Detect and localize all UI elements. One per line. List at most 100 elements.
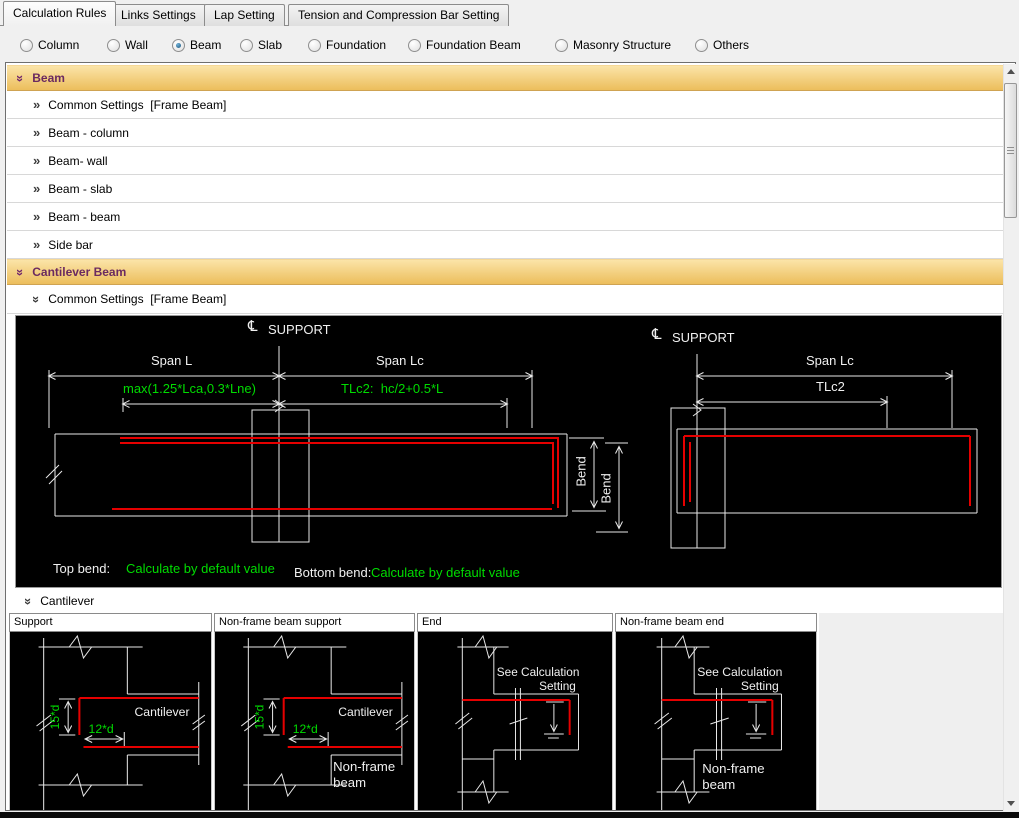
row-beam-column[interactable]: » Beam - column <box>7 119 1003 147</box>
radio-label: Others <box>713 38 749 52</box>
top-bend-value: Calculate by default value <box>126 562 275 577</box>
table-column-non-frame-beam-end: Non-frame beam end <box>615 613 817 810</box>
row-label: Cantilever <box>40 594 94 608</box>
row-label: Common Settings [Frame Beam] <box>48 98 226 112</box>
chevron-down-icon: » <box>14 268 27 275</box>
chevron-down-icon: » <box>14 74 27 81</box>
chevron-right-icon: » <box>33 238 40 251</box>
row-label: Common Settings [Frame Beam] <box>48 292 226 306</box>
radio-masonry-structure[interactable]: Masonry Structure <box>555 38 671 52</box>
main-panel: » Beam » Common Settings [Frame Beam] » Be… <box>5 62 1016 811</box>
row-label: Beam- wall <box>48 154 107 168</box>
centerline-symbol: ℄ <box>652 326 662 343</box>
chevron-right-icon: » <box>33 98 40 111</box>
tab-lap-setting[interactable]: Lap Setting <box>204 4 285 26</box>
radio-label: Beam <box>190 38 221 52</box>
bottom-bend-value: Calculate by default value <box>371 566 520 581</box>
formula-max-label: max(1.25*Lca,0.3*Lne) <box>123 382 256 397</box>
formula-tlc2-label: TLc2: hc/2+0.5*L <box>341 382 443 397</box>
dim-15d-label: 15*d <box>252 705 266 730</box>
section-header-beam[interactable]: » Beam <box>7 65 1003 91</box>
radio-circle <box>695 39 708 52</box>
table-column-end: End <box>417 613 613 810</box>
radio-foundation-beam[interactable]: Foundation Beam <box>408 38 521 52</box>
row-beam-beam[interactable]: » Beam - beam <box>7 203 1003 231</box>
end-diagram-cell: See Calculation Setting <box>417 632 613 810</box>
radio-wall[interactable]: Wall <box>107 38 148 52</box>
cell-linework: See Calculation Setting <box>418 632 612 810</box>
radio-circle <box>107 39 120 52</box>
scroll-up-button[interactable] <box>1004 64 1017 79</box>
non-frame-beam-label-2: beam <box>333 775 366 790</box>
row-cantilever-common-settings[interactable]: » Common Settings [Frame Beam] <box>7 285 1003 314</box>
cell-linework: See Calculation Setting Non-frame beam <box>616 632 816 810</box>
support-label: SUPPORT <box>672 331 735 346</box>
support-label: SUPPORT <box>268 323 331 338</box>
cantilever-label: Cantilever <box>134 705 189 719</box>
dim-15d-label: 15*d <box>48 705 62 730</box>
row-beam-wall[interactable]: » Beam- wall <box>7 147 1003 175</box>
cell-linework: 15*d 12*d Cantilever <box>10 632 211 810</box>
dim-12d-label: 12*d <box>89 722 114 736</box>
arrow-down-icon <box>1007 801 1015 806</box>
scrollbar-thumb[interactable] <box>1004 83 1017 218</box>
rules-content: » Beam » Common Settings [Frame Beam] » Be… <box>7 64 1003 810</box>
row-cantilever[interactable]: » Cantilever <box>7 591 1003 611</box>
row-label: Side bar <box>48 238 93 252</box>
section-title: Cantilever Beam <box>32 265 126 279</box>
chevron-right-icon: » <box>33 126 40 139</box>
cantilever-label: Cantilever <box>338 705 393 719</box>
radio-others[interactable]: Others <box>695 38 749 52</box>
radio-circle-selected <box>172 39 185 52</box>
radio-circle <box>308 39 321 52</box>
radio-slab[interactable]: Slab <box>240 38 282 52</box>
chevron-right-icon: » <box>33 210 40 223</box>
arrow-up-icon <box>1007 69 1015 74</box>
scroll-down-button[interactable] <box>1004 796 1017 811</box>
radio-label: Column <box>38 38 79 52</box>
radio-foundation[interactable]: Foundation <box>308 38 386 52</box>
column-header: Support <box>9 613 212 632</box>
radio-label: Wall <box>125 38 148 52</box>
tab-links-settings[interactable]: Links Settings <box>111 4 206 26</box>
radio-beam[interactable]: Beam <box>172 38 221 52</box>
bottom-bend-label: Bottom bend: <box>294 566 371 581</box>
column-header: Non-frame beam end <box>615 613 817 632</box>
see-calculation-label: See Calculation <box>697 665 782 679</box>
row-side-bar[interactable]: » Side bar <box>7 231 1003 259</box>
vertical-scrollbar[interactable] <box>1003 64 1016 811</box>
non-frame-beam-label-2: beam <box>702 777 735 792</box>
radio-circle <box>20 39 33 52</box>
section-header-cantilever-beam[interactable]: » Cantilever Beam <box>7 259 1003 285</box>
cantilever-common-settings-diagram: ℄ SUPPORT Span L Span Lc max(1.25*Lca,0.… <box>15 315 1002 588</box>
radio-circle <box>408 39 421 52</box>
radio-circle <box>240 39 253 52</box>
row-label: Beam - beam <box>48 210 120 224</box>
radio-label: Foundation <box>326 38 386 52</box>
chevron-right-icon: » <box>33 154 40 167</box>
table-column-support: Support <box>9 613 212 810</box>
radio-label: Foundation Beam <box>426 38 521 52</box>
chevron-right-icon: » <box>33 182 40 195</box>
thumb-grip-icon <box>1007 147 1014 154</box>
section-title: Beam <box>32 71 65 85</box>
tab-tension-compression-bar-setting[interactable]: Tension and Compression Bar Setting <box>288 4 509 26</box>
non-frame-beam-end-diagram-cell: See Calculation Setting Non-frame beam <box>615 632 817 810</box>
non-frame-beam-label: Non-frame <box>333 759 395 774</box>
tab-bar: Calculation Rules Links Settings Lap Set… <box>0 0 1019 26</box>
tab-calculation-rules[interactable]: Calculation Rules <box>3 1 116 26</box>
row-beam-slab[interactable]: » Beam - slab <box>7 175 1003 203</box>
row-label: Beam - column <box>48 126 129 140</box>
setting-label: Setting <box>741 679 779 693</box>
member-type-radio-group: Column Wall Beam Slab Foundation Foundat… <box>0 33 1019 59</box>
chevron-down-icon: » <box>22 597 35 604</box>
radio-column[interactable]: Column <box>20 38 79 52</box>
non-frame-beam-label: Non-frame <box>702 761 764 776</box>
table-empty-area <box>819 613 1003 810</box>
chevron-down-icon: » <box>30 295 43 302</box>
cell-linework: 15*d 12*d Cantilever Non-frame beam <box>215 632 414 810</box>
row-label: Beam - slab <box>48 182 112 196</box>
row-common-settings-frame-beam[interactable]: » Common Settings [Frame Beam] <box>7 91 1003 119</box>
span-lc-right-label: Span Lc <box>806 354 854 369</box>
radio-label: Masonry Structure <box>573 38 671 52</box>
